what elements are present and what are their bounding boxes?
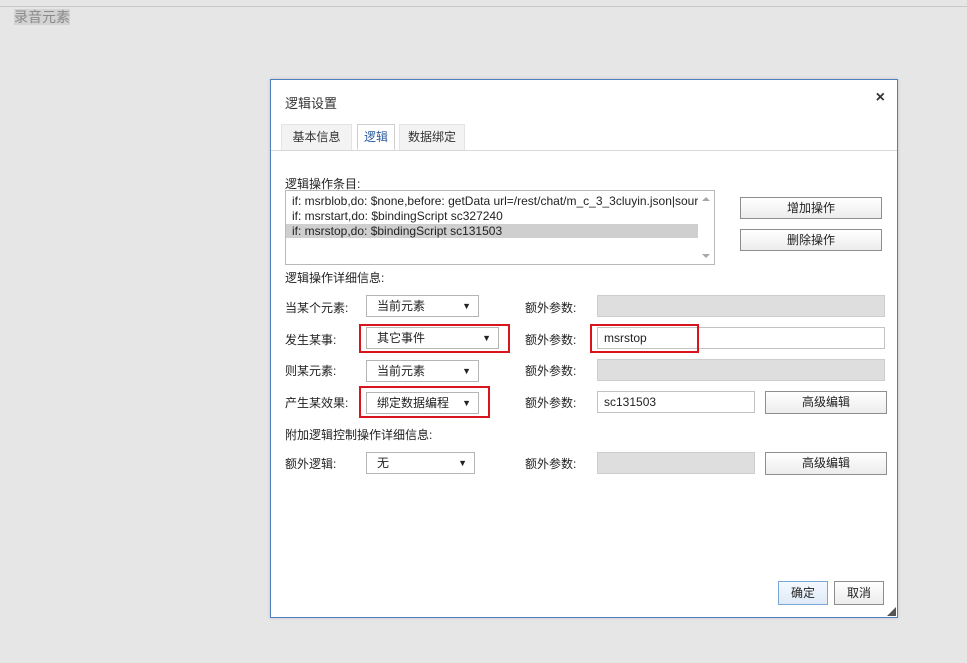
advanced-edit-button[interactable]: 高级编辑 bbox=[765, 391, 887, 414]
delete-operation-button[interactable]: 删除操作 bbox=[740, 229, 882, 251]
event-label: 发生某事: bbox=[285, 333, 337, 347]
when-element-label: 当某个元素: bbox=[285, 301, 349, 315]
tab-panel-border bbox=[271, 150, 897, 151]
scroll-up-icon[interactable] bbox=[702, 197, 710, 201]
dropdown-arrow-icon: ▼ bbox=[482, 333, 491, 343]
when-element-select[interactable]: 当前元素 ▼ bbox=[366, 295, 479, 317]
effect-value: 绑定数据编程 bbox=[377, 396, 450, 410]
effect-label: 产生某效果: bbox=[285, 396, 349, 410]
tab-data-binding[interactable]: 数据绑定 bbox=[399, 124, 465, 150]
resize-handle-icon[interactable] bbox=[887, 607, 896, 616]
dialog-title: 逻辑设置 bbox=[285, 96, 338, 111]
extra-param-label: 额外参数: bbox=[525, 396, 577, 410]
extra-logic-value: 无 bbox=[377, 456, 390, 470]
extra-param-label: 额外参数: bbox=[525, 457, 577, 471]
ok-button[interactable]: 确定 bbox=[778, 581, 828, 605]
additional-section-label: 附加逻辑控制操作详细信息: bbox=[285, 428, 433, 442]
extra-param-field-3 bbox=[597, 359, 885, 381]
event-select[interactable]: 其它事件 ▼ bbox=[366, 327, 499, 349]
scroll-down-icon[interactable] bbox=[702, 254, 710, 258]
tab-logic[interactable]: 逻辑 bbox=[357, 124, 395, 150]
extra-param-label: 额外参数: bbox=[525, 333, 577, 347]
cancel-button[interactable]: 取消 bbox=[834, 581, 884, 605]
extra-param-field-4[interactable]: sc131503 bbox=[597, 391, 755, 413]
extra-param-field-1 bbox=[597, 295, 885, 317]
extra-logic-select[interactable]: 无 ▼ bbox=[366, 452, 475, 474]
extra-param-field-2[interactable]: msrstop bbox=[597, 327, 885, 349]
add-operation-button[interactable]: 增加操作 bbox=[740, 197, 882, 219]
extra-logic-param-field bbox=[597, 452, 755, 474]
list-item-selected[interactable]: if: msrstop,do: $bindingScript sc131503 bbox=[286, 224, 698, 238]
logic-items-list[interactable]: if: msrblob,do: $none,before: getData ur… bbox=[285, 190, 715, 265]
event-value: 其它事件 bbox=[377, 331, 426, 345]
target-element-value: 当前元素 bbox=[377, 364, 426, 378]
when-element-value: 当前元素 bbox=[377, 299, 426, 313]
effect-select[interactable]: 绑定数据编程 ▼ bbox=[366, 392, 479, 414]
close-icon[interactable]: × bbox=[876, 90, 885, 106]
logic-settings-dialog: 逻辑设置 × 基本信息 逻辑 数据绑定 逻辑操作条目: if: msrblob,… bbox=[270, 79, 898, 618]
list-item[interactable]: if: msrblob,do: $none,before: getData ur… bbox=[286, 194, 698, 208]
extra-param-label: 额外参数: bbox=[525, 364, 577, 378]
list-item[interactable]: if: msrstart,do: $bindingScript sc327240 bbox=[286, 209, 698, 223]
advanced-edit-button[interactable]: 高级编辑 bbox=[765, 452, 887, 475]
dropdown-arrow-icon: ▼ bbox=[462, 301, 471, 311]
extra-param-label: 额外参数: bbox=[525, 301, 577, 315]
page-title: 录音元素 bbox=[14, 9, 70, 25]
list-scrollbar[interactable] bbox=[698, 191, 714, 264]
target-element-select[interactable]: 当前元素 ▼ bbox=[366, 360, 479, 382]
dropdown-arrow-icon: ▼ bbox=[462, 366, 471, 376]
dropdown-arrow-icon: ▼ bbox=[462, 398, 471, 408]
target-element-label: 则某元素: bbox=[285, 364, 337, 378]
extra-logic-label: 额外逻辑: bbox=[285, 457, 337, 471]
top-divider bbox=[0, 6, 967, 7]
tab-basic-info[interactable]: 基本信息 bbox=[281, 124, 352, 150]
dropdown-arrow-icon: ▼ bbox=[458, 458, 467, 468]
detail-section-label: 逻辑操作详细信息: bbox=[285, 271, 385, 285]
